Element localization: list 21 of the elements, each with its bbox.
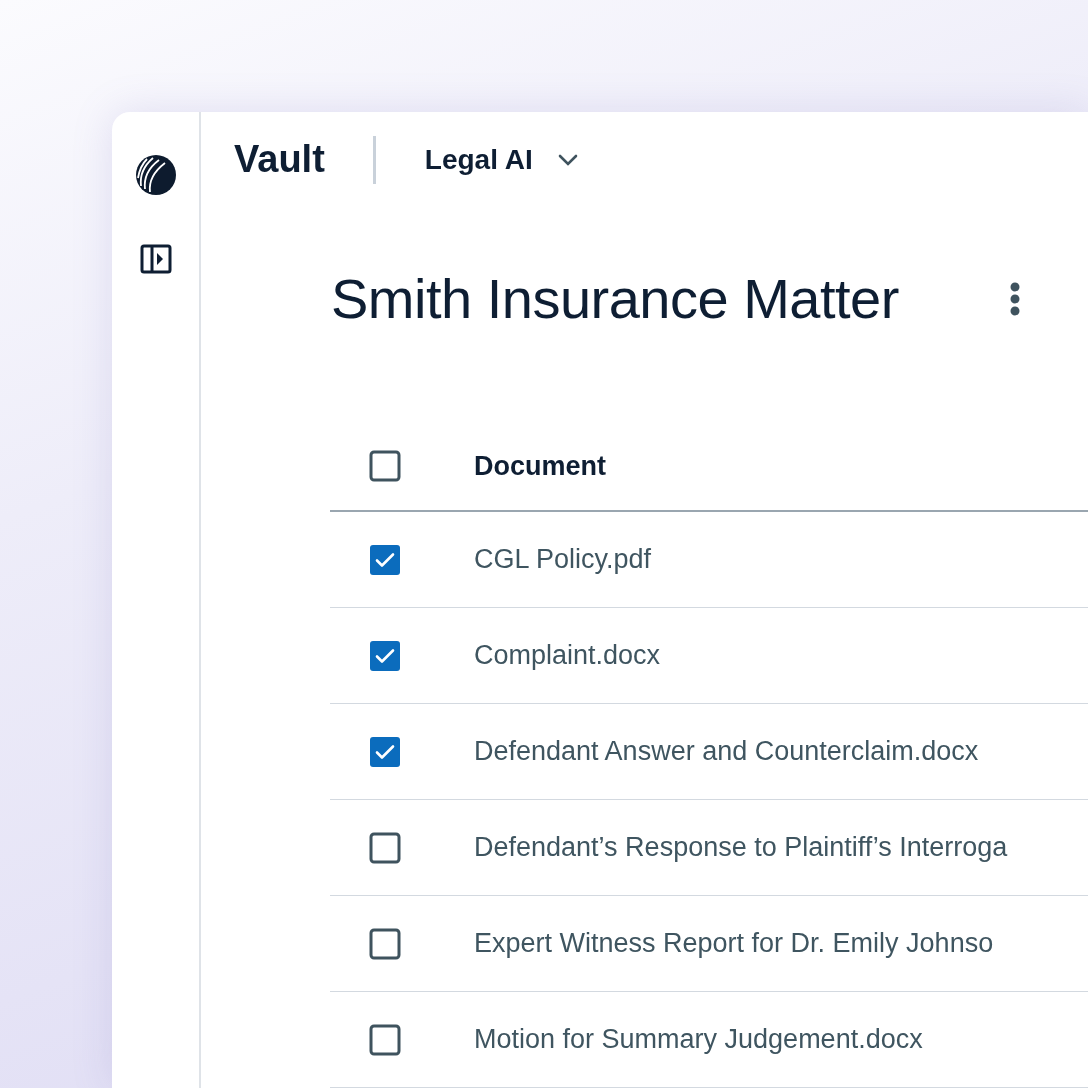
checkbox[interactable] <box>369 450 401 482</box>
checkbox[interactable] <box>369 1023 401 1056</box>
checkbox[interactable] <box>369 831 401 864</box>
column-header: Document <box>474 450 606 482</box>
document-name[interactable]: Defendant Answer and Counterclaim.docx <box>474 736 979 767</box>
checkbox[interactable] <box>369 543 401 576</box>
document-name[interactable]: Complaint.docx <box>474 640 661 671</box>
document-name[interactable]: Defendant’s Response to Plaintiff’s Interroga <box>474 832 1008 863</box>
workspace-dropdown[interactable]: Legal AI <box>424 143 579 176</box>
logo-icon[interactable] <box>134 154 177 196</box>
document-name[interactable]: Motion for Summary Judgement.docx <box>474 1024 923 1055</box>
checkbox[interactable] <box>369 639 401 672</box>
sidebar-toggle-icon[interactable] <box>139 244 172 274</box>
checkbox[interactable] <box>369 927 401 960</box>
page-title: Smith Insurance Matter <box>331 266 900 332</box>
document-name[interactable]: CGL Policy.pdf <box>474 544 652 575</box>
document-name[interactable]: Expert Witness Report for Dr. Emily Johnso <box>474 928 994 959</box>
checkbox[interactable] <box>369 735 401 768</box>
app-name: Vault <box>234 138 325 182</box>
more-options-icon[interactable] <box>1009 280 1021 317</box>
chevron-down-icon <box>556 152 579 167</box>
